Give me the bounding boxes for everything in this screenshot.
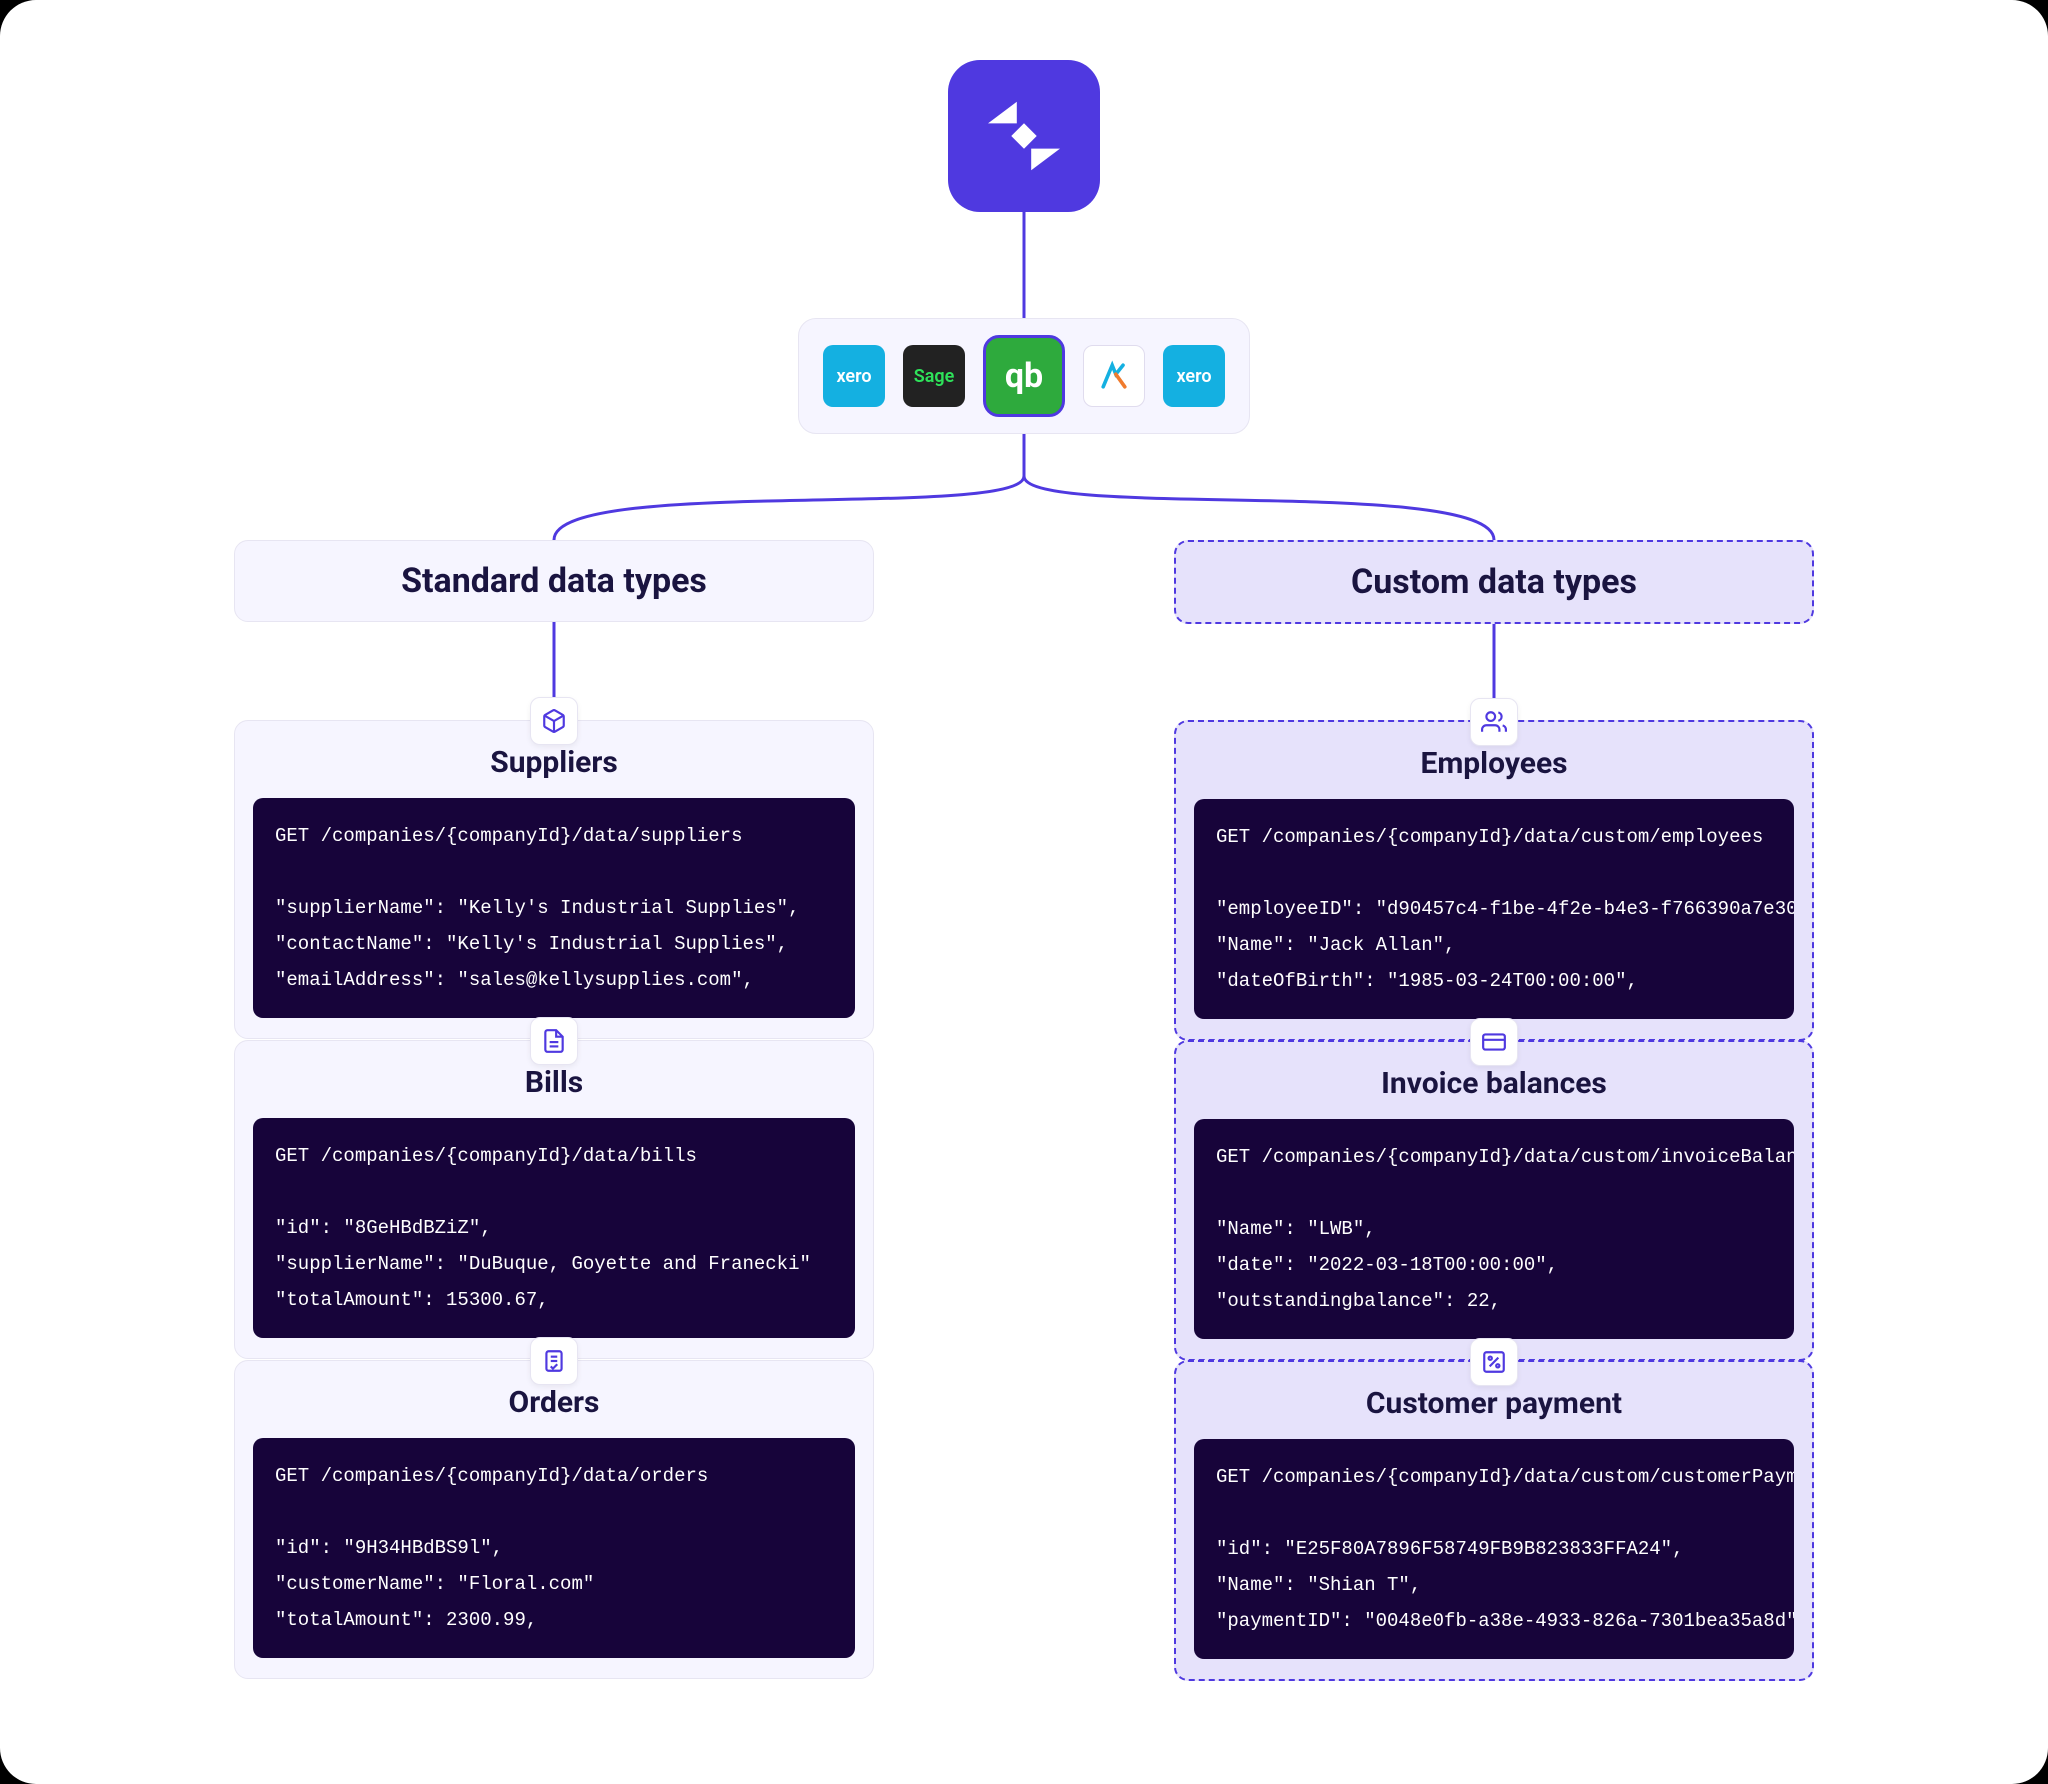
card-title: Bills (253, 1065, 855, 1100)
brand-logo (948, 60, 1100, 212)
users-icon (1481, 709, 1507, 735)
integration-label: qb (1005, 356, 1043, 396)
integration-xero-2: xero (1163, 345, 1225, 407)
code-block: GET /companies/{companyId}/data/custom/i… (1194, 1119, 1794, 1339)
section-standard-header: Standard data types (234, 540, 874, 622)
card-title: Orders (253, 1385, 855, 1420)
integration-freeagent (1083, 345, 1145, 407)
integration-label: xero (1176, 366, 1211, 387)
card-customer-payment: Customer payment GET /companies/{company… (1174, 1360, 1814, 1681)
integration-xero: xero (823, 345, 885, 407)
code-block: GET /companies/{companyId}/data/supplier… (253, 798, 855, 1018)
badge-bills (530, 1017, 578, 1065)
card-title: Suppliers (253, 745, 855, 780)
card-employees: Employees GET /companies/{companyId}/dat… (1174, 720, 1814, 1041)
integrations-bar: xero Sage qb xero (798, 318, 1250, 434)
section-custom-header: Custom data types (1174, 540, 1814, 624)
badge-customer-payment (1470, 1338, 1518, 1386)
card-bills: Bills GET /companies/{companyId}/data/bi… (234, 1040, 874, 1359)
codat-icon (979, 91, 1069, 181)
box-icon (541, 708, 567, 734)
diagram-canvas: xero Sage qb xero Standard data types Cu… (0, 0, 2048, 1784)
code-block: GET /companies/{companyId}/data/orders "… (253, 1438, 855, 1658)
percent-icon (1481, 1349, 1507, 1375)
credit-card-icon (1481, 1029, 1507, 1055)
card-orders: Orders GET /companies/{companyId}/data/o… (234, 1360, 874, 1679)
code-block: GET /companies/{companyId}/data/custom/e… (1194, 799, 1794, 1019)
card-title: Customer payment (1194, 1386, 1794, 1421)
integration-sage: Sage (903, 345, 965, 407)
section-title: Custom data types (1351, 562, 1637, 602)
integration-quickbooks: qb (983, 335, 1065, 417)
badge-suppliers (530, 697, 578, 745)
badge-invoice-balances (1470, 1018, 1518, 1066)
integration-label: Sage (914, 366, 955, 387)
card-title: Invoice balances (1194, 1066, 1794, 1101)
card-title: Employees (1194, 746, 1794, 781)
freeagent-icon (1096, 358, 1132, 394)
code-block: GET /companies/{companyId}/data/custom/c… (1194, 1439, 1794, 1659)
file-icon (541, 1028, 567, 1054)
badge-employees (1470, 698, 1518, 746)
integration-label: xero (836, 366, 871, 387)
badge-orders (530, 1337, 578, 1385)
code-block: GET /companies/{companyId}/data/bills "i… (253, 1118, 855, 1338)
card-invoice-balances: Invoice balances GET /companies/{company… (1174, 1040, 1814, 1361)
card-suppliers: Suppliers GET /companies/{companyId}/dat… (234, 720, 874, 1039)
section-title: Standard data types (401, 561, 707, 601)
clipboard-icon (541, 1348, 567, 1374)
